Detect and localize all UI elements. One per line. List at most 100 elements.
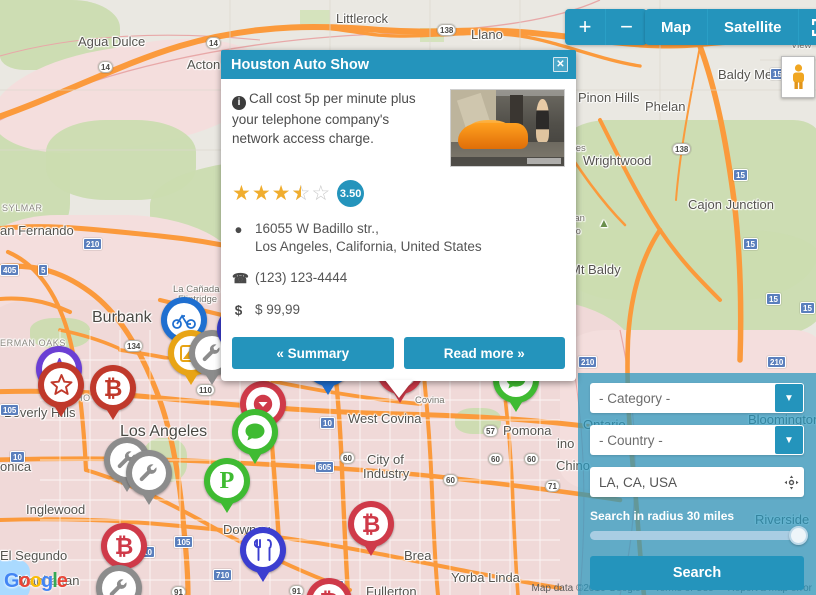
bitcoin-icon: ₿ — [96, 371, 130, 405]
highway-shield-134: 134 — [124, 340, 144, 352]
highway-shield-60d: 60 — [443, 474, 458, 486]
highway-shield-i15b: 15 — [733, 169, 748, 181]
highway-shield-i210: 210 — [83, 238, 103, 250]
highway-shield-60c: 60 — [524, 453, 539, 465]
map-marker-chat[interactable] — [232, 409, 278, 464]
star-badge-icon — [44, 368, 78, 402]
highway-shield-i15c: 15 — [743, 238, 758, 250]
map-type-satellite-button[interactable]: Satellite — [708, 9, 799, 45]
radius-label: Search in radius 30 miles — [590, 509, 735, 523]
bitcoin-icon: ₿ — [354, 507, 388, 541]
popup-description-block: i Call cost 5p per minute plus your telep… — [232, 89, 440, 167]
dollar-icon: $ — [234, 303, 243, 318]
zoom-controls[interactable]: + − — [565, 9, 647, 45]
highway-shield-i10b: 10 — [320, 417, 335, 429]
rating-row: ★ ★ ★ ☆★ ☆ 3.50 — [232, 180, 565, 207]
map-marker-restaurant[interactable] — [240, 527, 286, 582]
close-icon[interactable]: ✕ — [553, 57, 568, 72]
search-button[interactable]: Search — [590, 556, 804, 590]
highway-shield-i15d: 15 — [766, 293, 781, 305]
chat-icon — [238, 415, 272, 449]
category-value: - Category - — [599, 390, 671, 406]
fullscreen-icon — [812, 18, 816, 36]
highway-shield-138: 138 — [437, 24, 457, 36]
address-line-2: Los Angeles, California, United States — [255, 239, 482, 254]
street-view-pegman-icon — [792, 64, 804, 89]
popup-header: Houston Auto Show ✕ — [221, 50, 576, 79]
street-view-pegman-button[interactable] — [781, 56, 815, 98]
highway-shield-i210b: 210 — [578, 356, 598, 368]
popup-body: i Call cost 5p per minute plus your telep… — [221, 79, 576, 381]
highway-shield-110: 110 — [196, 384, 215, 396]
map-marker-wrench[interactable] — [126, 450, 172, 505]
place-info-popup[interactable]: Houston Auto Show ✕ i Call cost 5p per mi… — [221, 50, 576, 398]
country-value: - Country - — [599, 432, 663, 448]
highway-shield-i10: 10 — [10, 451, 25, 463]
phone-icon: ☎ — [232, 271, 249, 286]
star-icon-3: ★ — [271, 182, 291, 205]
popup-description: Call cost 5p per minute plus your teleph… — [232, 91, 416, 146]
highway-shield-57: 57 — [483, 425, 498, 437]
chevron-down-icon[interactable]: ▼ — [775, 384, 803, 412]
category-select[interactable]: - Category - ▼ — [590, 383, 804, 413]
radius-slider-handle[interactable] — [789, 526, 808, 545]
rating-badge: 3.50 — [337, 180, 365, 207]
highway-shield-60b: 60 — [488, 453, 503, 465]
popup-thumbnail — [450, 89, 565, 167]
location-input-wrapper[interactable] — [590, 467, 804, 497]
star-rating: ★ ★ ★ ☆★ ☆ — [232, 183, 330, 204]
popup-actions: « Summary Read more » — [232, 337, 565, 369]
bitcoin-icon: ₿ — [107, 529, 141, 563]
map-marker-star-badge[interactable] — [38, 362, 84, 417]
radius-slider[interactable] — [590, 526, 808, 545]
highway-shield-i15e: 15 — [800, 302, 815, 314]
highway-shield-71: 71 — [545, 480, 560, 492]
highway-shield-i105b: 105 — [174, 536, 194, 548]
star-icon-1: ★ — [232, 182, 251, 205]
map-type-map-button[interactable]: Map — [645, 9, 708, 45]
country-select[interactable]: - Country - ▼ — [590, 425, 804, 455]
star-icon-5: ☆ — [311, 182, 331, 205]
highway-shield-i605: 605 — [315, 461, 335, 473]
highway-shield-i710: 710 — [213, 569, 233, 581]
fullscreen-button[interactable] — [798, 9, 816, 45]
highway-shield-91: 91 — [171, 586, 186, 595]
wrench-icon — [102, 571, 136, 595]
highway-shield-60: 60 — [340, 452, 355, 464]
address-row: ● 16055 W Badillo str., Los Angeles, Cal… — [232, 220, 565, 256]
highway-shield-91b: 91 — [289, 585, 304, 595]
star-icon-2: ★ — [251, 182, 271, 205]
crosshair-icon[interactable] — [778, 475, 804, 490]
phone-number: (123) 123-4444 — [255, 270, 348, 285]
map-marker-bitcoin[interactable]: ₿ — [348, 501, 394, 556]
search-panel[interactable]: - Category - ▼ - Country - ▼ Search in r… — [578, 373, 816, 595]
location-input[interactable] — [590, 474, 778, 490]
highway-shield-138b: 138 — [672, 143, 692, 155]
star-icon-4: ☆★ — [291, 182, 311, 205]
map-application: Agua Dulce Acton Littlerock Llano Baldy Mesa… — [0, 0, 816, 595]
map-marker-bitcoin[interactable]: ₿ — [101, 523, 147, 578]
wrench-icon — [132, 456, 166, 490]
highway-shield-14: 14 — [206, 37, 221, 49]
summary-button[interactable]: « Summary — [232, 337, 394, 369]
highway-shield-i210c: 210 — [767, 356, 787, 368]
highway-shield-i105: 105 — [0, 404, 20, 416]
highway-shield-14b: 14 — [98, 61, 113, 73]
zoom-in-button[interactable]: + — [565, 9, 606, 45]
highway-shield-i5: 5 — [38, 264, 49, 276]
address-line-1: 16055 W Badillo str., — [255, 221, 379, 236]
bitcoin-icon: ₿ — [312, 584, 346, 595]
map-type-controls[interactable]: Map Satellite — [645, 9, 816, 45]
read-more-button[interactable]: Read more » — [403, 337, 565, 369]
highway-shield-i405: 405 — [0, 264, 20, 276]
google-logo[interactable]: Google — [4, 570, 68, 593]
map-marker-parking[interactable]: P — [204, 458, 250, 513]
parking-icon: P — [210, 464, 244, 498]
popup-title: Houston Auto Show — [231, 56, 369, 73]
price-row: $ $ 99,99 — [232, 301, 565, 320]
restaurant-icon — [246, 533, 280, 567]
popup-tail — [384, 380, 413, 398]
chevron-down-icon[interactable]: ▼ — [775, 426, 803, 454]
zoom-out-button[interactable]: − — [606, 9, 647, 45]
map-marker-bitcoin[interactable]: ₿ — [90, 365, 136, 420]
